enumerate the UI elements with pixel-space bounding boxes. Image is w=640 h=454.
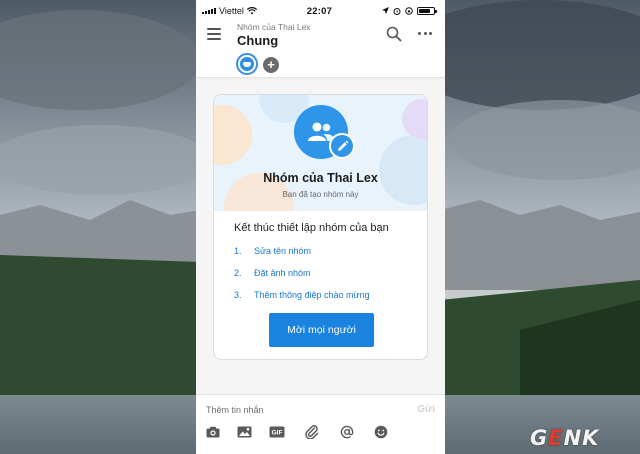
battery-icon	[416, 7, 437, 15]
step-label[interactable]: Sửa tên nhóm	[254, 246, 311, 256]
watermark-g: G	[530, 426, 549, 450]
wifi-icon	[246, 7, 257, 15]
step-label[interactable]: Thêm thông điệp chào mừng	[254, 290, 370, 300]
watermark-nk: NK	[563, 426, 600, 450]
signal-icon	[202, 8, 216, 14]
carrier-label: Viettel	[219, 6, 244, 16]
invite-people-button[interactable]: Mời mọi người	[269, 313, 374, 347]
decor-bubble	[214, 105, 252, 165]
gif-label: GIF	[272, 430, 283, 437]
step-label[interactable]: Đặt ảnh nhóm	[254, 268, 311, 278]
alarm-icon	[393, 8, 401, 15]
channel-title[interactable]: Chung	[237, 33, 278, 48]
group-setup-card: Nhóm của Thai Lex Bạn đã tạo nhóm này Kế…	[213, 94, 428, 360]
status-right	[381, 7, 437, 15]
group-avatar-chip[interactable]	[236, 53, 258, 75]
mention-icon[interactable]	[339, 424, 355, 440]
message-input[interactable]: Thêm tin nhắn	[206, 405, 264, 415]
status-bar: Viettel 22:07	[196, 0, 445, 22]
status-time: 22:07	[306, 5, 333, 17]
setup-step-photo[interactable]: 2. Đặt ảnh nhóm	[234, 268, 311, 278]
message-composer: Thêm tin nhắn Gửi GIF	[196, 394, 445, 454]
send-button[interactable]: Gửi	[417, 404, 435, 415]
genk-watermark: GENK	[530, 426, 599, 450]
step-number: 3.	[234, 290, 242, 300]
more-options-icon[interactable]	[418, 28, 432, 38]
decor-bubble	[402, 99, 427, 139]
group-subtitle: Nhóm của Thai Lex	[237, 22, 311, 32]
created-note: Bạn đã tạo nhóm này	[282, 190, 359, 199]
status-left: Viettel	[202, 6, 257, 16]
gif-icon[interactable]: GIF	[269, 424, 285, 440]
step-number: 1.	[234, 246, 242, 256]
chat-area: Nhóm của Thai Lex Bạn đã tạo nhóm này Kế…	[196, 80, 445, 394]
pencil-icon	[337, 140, 348, 151]
menu-icon[interactable]	[207, 28, 221, 40]
watermark-e: E	[548, 426, 564, 450]
setup-step-welcome[interactable]: 3. Thêm thông điệp chào mừng	[234, 290, 370, 300]
lock-rotation-icon	[405, 7, 413, 15]
camera-icon[interactable]	[205, 424, 221, 440]
setup-title: Kết thúc thiết lập nhóm của bạn	[234, 222, 389, 234]
setup-step-rename[interactable]: 1. Sửa tên nhóm	[234, 246, 311, 256]
add-channel-button[interactable]: +	[263, 57, 279, 73]
photo-icon[interactable]	[236, 424, 252, 440]
location-icon	[381, 7, 389, 14]
card-hero: Nhóm của Thai Lex Bạn đã tạo nhóm này	[214, 95, 427, 211]
search-icon[interactable]	[386, 26, 402, 42]
step-number: 2.	[234, 268, 242, 278]
composer-toolbar: GIF	[205, 424, 405, 440]
group-header: Nhóm của Thai Lex Chung +	[196, 22, 445, 78]
edit-avatar-button[interactable]	[329, 133, 355, 159]
attachment-icon[interactable]	[304, 424, 320, 440]
group-name: Nhóm của Thai Lex	[263, 171, 378, 185]
emoji-icon[interactable]	[373, 424, 389, 440]
phone-screen: Viettel 22:07 Nhóm của Thai Lex Chung +	[196, 0, 445, 454]
